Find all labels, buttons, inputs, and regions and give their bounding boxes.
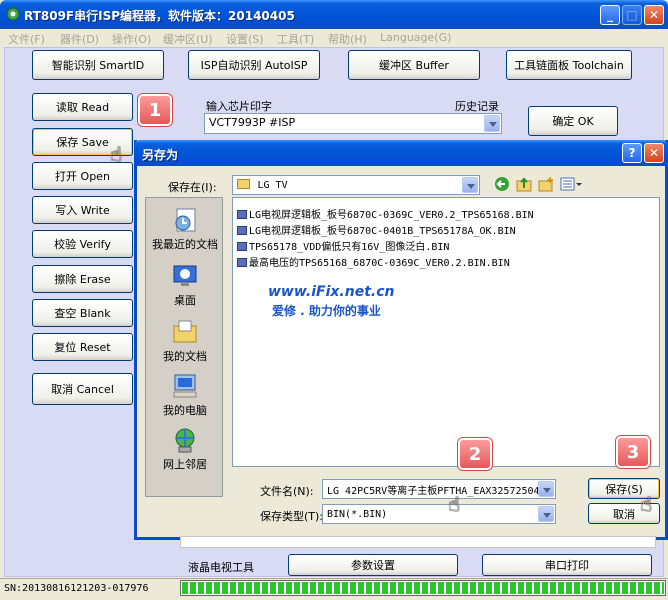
my-documents-icon [171,318,199,346]
bin-file-icon [237,226,247,235]
callout-badge-1: 1 [138,94,172,126]
confirm-button[interactable]: 确定 OK [528,106,618,136]
progress-fill [182,582,664,594]
erase-button[interactable]: 擦除 Erase [32,265,133,293]
desktop-icon [171,262,199,290]
chip-label: 输入芯片印字 [206,100,272,113]
place-mycomputer[interactable]: 我的电脑 [146,372,224,418]
pointer-hand-icon: ☝ [110,142,123,166]
filetype-label: 保存类型(T): [260,510,324,523]
callout-badge-3: 3 [616,436,650,468]
params-button[interactable]: 参数设置 [288,554,458,576]
folder-icon [237,179,250,189]
bin-file-icon [237,258,247,267]
save-in-label: 保存在(I): [168,181,217,194]
history-label: 历史记录 [455,100,499,113]
watermark-url: www.iFix.net.cn [268,284,395,300]
write-button[interactable]: 写入 Write [32,196,133,224]
menu-settings[interactable]: 设置(S) [226,31,264,47]
buffer-button[interactable]: 缓冲区 Buffer [348,50,480,80]
view-menu-icon[interactable] [560,176,582,192]
window-title: RT809F串行ISP编程器，软件版本：20140405 [24,9,295,23]
place-desktop-label: 桌面 [174,294,196,307]
place-desktop[interactable]: 桌面 [146,262,224,308]
horizontal-scrollbar[interactable] [180,536,656,548]
maximize-button[interactable]: □ [622,5,642,25]
filetype-value: BIN(*.BIN) [327,509,388,520]
chip-input-value: VCT7993P #ISP [209,116,296,129]
place-network-label: 网上邻居 [163,458,207,471]
filetype-select[interactable]: BIN(*.BIN) [322,504,556,524]
save-in-value: LG TV [257,180,288,191]
verify-button[interactable]: 校验 Verify [32,230,133,258]
chip-input[interactable]: VCT7993P #ISP [204,113,502,134]
list-item[interactable]: 最高电压的TPS65168_6870C-0369C_VER0.2.BIN.BIN [237,254,510,269]
save-in-dropdown[interactable]: LG TV [232,175,480,195]
filename-label: 文件名(N): [260,485,314,498]
chevron-down-icon[interactable] [538,481,554,497]
dialog-close-button[interactable]: ✕ [644,143,664,163]
close-button[interactable]: ✕ [644,5,664,25]
menu-bar: 文件(F) 器件(D) 操作(O) 缓冲区(U) 设置(S) 工具(T) 帮助(… [0,29,668,47]
back-icon[interactable] [494,176,510,192]
menu-language[interactable]: Language(G) [380,31,451,44]
place-mydocs-label: 我的文档 [163,350,207,363]
new-folder-icon[interactable] [538,176,554,192]
filename-input[interactable]: LG 42PC5RV等离子主板PFTHA_EAX32572504_ [322,479,556,499]
list-item[interactable]: TPS65178_VDD偏低只有16V_图像泛白.BIN [237,238,449,253]
read-button[interactable]: 读取 Read [32,93,133,121]
dialog-title-bar: 另存为 ? ✕ [134,140,668,166]
file-list[interactable]: LG电视屏逻辑板_板号6870C-0369C_VER0.2_TPS65168.B… [232,197,660,467]
network-icon [171,426,199,454]
reset-button[interactable]: 复位 Reset [32,333,133,361]
progress-bar [180,580,666,596]
smartid-button[interactable]: 智能识别 SmartID [32,50,164,80]
place-recent-label: 我最近的文档 [152,238,218,251]
bin-file-icon [237,210,247,219]
chevron-down-icon[interactable] [538,506,554,522]
place-network[interactable]: 网上邻居 [146,426,224,472]
chevron-down-icon[interactable] [484,115,500,132]
my-computer-icon [171,372,199,400]
chevron-down-icon[interactable] [462,177,478,193]
cancel-main-button[interactable]: 取消 Cancel [32,373,133,405]
menu-operate[interactable]: 操作(O) [112,31,151,47]
menu-device[interactable]: 器件(D) [60,31,99,47]
menu-file[interactable]: 文件(F) [8,31,45,47]
menu-buffer[interactable]: 缓冲区(U) [163,31,213,47]
places-bar: 我最近的文档 桌面 我的文档 我的电脑 网上邻居 [145,197,223,497]
autoisp-button[interactable]: ISP自动识别 AutoISP [188,50,320,80]
minimize-button[interactable]: _ [600,5,620,25]
watermark-slogan: 爱修 . 助力你的事业 [272,304,381,318]
place-mydocs[interactable]: 我的文档 [146,318,224,364]
pointer-hand-icon: ☝ [640,492,653,516]
callout-badge-2: 2 [458,438,492,470]
blank-button[interactable]: 查空 Blank [32,299,133,327]
filename-value: LG 42PC5RV等离子主板PFTHA_EAX32572504_ [327,486,546,497]
dialog-title: 另存为 [142,148,179,162]
main-title-bar: RT809F串行ISP编程器，软件版本：20140405 _ □ ✕ [0,0,668,29]
lcd-tool-label: 液晶电视工具 [188,561,254,574]
help-button[interactable]: ? [622,143,642,163]
menu-tools[interactable]: 工具(T) [277,31,314,47]
list-item[interactable]: LG电视屏逻辑板_板号6870C-0401B_TPS65178A_OK.BIN [237,222,516,237]
up-folder-icon[interactable] [516,176,532,192]
place-recent[interactable]: 我最近的文档 [146,206,224,252]
bin-file-icon [237,242,247,251]
serial-number: SN:20130816121203-017976 [4,583,149,594]
app-icon [6,7,20,21]
menu-help[interactable]: 帮助(H) [328,31,367,47]
place-mycomputer-label: 我的电脑 [163,404,207,417]
serial-print-button[interactable]: 串口打印 [482,554,652,576]
open-button[interactable]: 打开 Open [32,162,133,190]
toolchain-button[interactable]: 工具链面板 Toolchain [506,50,632,80]
list-item[interactable]: LG电视屏逻辑板_板号6870C-0369C_VER0.2_TPS65168.B… [237,206,534,221]
pointer-hand-icon: ☝ [448,492,461,516]
recent-docs-icon [171,206,199,234]
